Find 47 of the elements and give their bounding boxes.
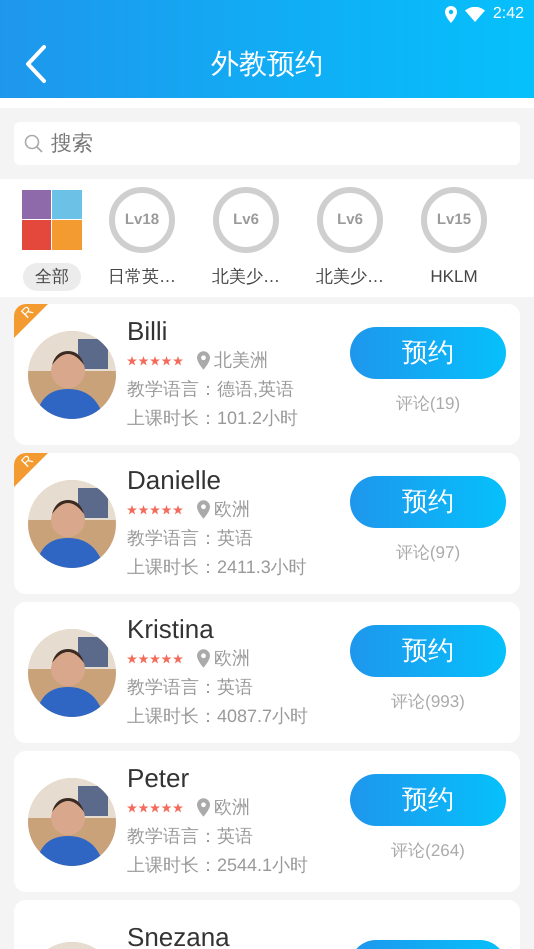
comments-link[interactable]: 评论(97) (396, 540, 460, 566)
teacher-region: 欧洲 (214, 647, 250, 670)
teacher-region: 欧洲 (214, 498, 250, 521)
teacher-region: 北美洲 (214, 349, 268, 372)
level-ring: Lv6 (317, 187, 383, 253)
teacher-name: Danielle (127, 465, 222, 495)
search-field[interactable]: 搜索 (14, 122, 520, 165)
book-button[interactable]: 预约 (350, 624, 506, 677)
teacher-region: 欧洲 (214, 796, 250, 819)
comments-link[interactable]: 评论(993) (391, 688, 465, 714)
location-icon (197, 351, 210, 370)
level-ring: Lv15 (421, 187, 487, 253)
grid-icon (22, 190, 82, 250)
clock-time: 2:42 (492, 4, 524, 24)
wifi-icon (464, 6, 485, 22)
teaching-hours: 上课时长：2411.3小时 (127, 556, 308, 579)
teaching-languages: 教学语言：英语 (127, 825, 254, 848)
teacher-name: Peter (127, 763, 190, 793)
book-button[interactable]: 预约 (350, 476, 506, 528)
category-item[interactable]: Lv18 日常英… (90, 187, 194, 297)
level-ring: Lv6 (213, 187, 279, 253)
teaching-languages: 教学语言：德语,英语 (127, 378, 296, 401)
recommended-badge: R (14, 304, 48, 338)
level-ring: Lv18 (109, 187, 175, 253)
comments-link[interactable]: 评论(19) (396, 390, 460, 416)
location-icon (197, 500, 210, 519)
recommended-badge: R (14, 453, 48, 487)
teacher-name: Billi (127, 316, 168, 346)
location-icon (444, 6, 457, 22)
teacher-name: Snezana (127, 922, 231, 949)
location-icon (197, 798, 210, 817)
teaching-hours: 上课时长：101.2小时 (127, 407, 300, 430)
category-item[interactable]: Lv15 HKLM (402, 187, 506, 297)
teaching-languages: 教学语言：英语 (127, 527, 254, 550)
category-item[interactable]: Lv6 北美少… (194, 187, 298, 297)
book-button[interactable]: 预约 (350, 326, 506, 379)
teaching-hours: 上课时长：4087.7小时 (127, 705, 310, 728)
category-item[interactable]: Lv6 北美少… (298, 187, 402, 297)
book-button[interactable]: 预约 (350, 774, 506, 826)
location-icon (197, 649, 210, 668)
category-item[interactable]: 全部 (14, 187, 90, 297)
search-icon (24, 134, 44, 154)
teacher-name: Kristina (127, 614, 215, 644)
comments-link[interactable]: 评论(264) (391, 838, 465, 864)
teaching-languages: 教学语言：英语 (127, 676, 254, 699)
teaching-hours: 上课时长：2544.1小时 (127, 854, 310, 877)
page-title: 外教预约 (210, 47, 324, 81)
